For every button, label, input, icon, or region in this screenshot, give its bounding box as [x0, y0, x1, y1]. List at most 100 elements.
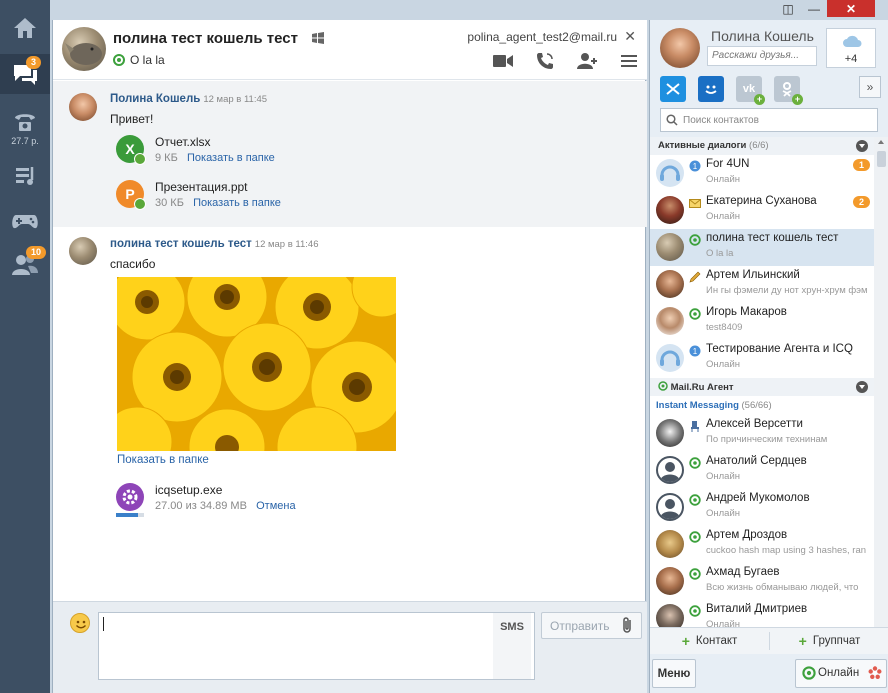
weather-widget[interactable]: +4	[826, 28, 876, 68]
contact-name: Артем Дроздов	[706, 529, 788, 541]
im-subsection-header[interactable]: Instant Messaging (56/66)	[650, 397, 874, 415]
vk-service[interactable]: vk +	[736, 76, 765, 105]
close-chat-button[interactable]: ✕	[624, 28, 636, 45]
scroll-thumb[interactable]	[877, 151, 886, 167]
mailru-agent-service[interactable]	[660, 76, 686, 102]
contact-avatar[interactable]	[62, 27, 106, 71]
cloud-icon	[843, 35, 862, 47]
nav-games[interactable]	[0, 202, 50, 238]
emoji-button[interactable]	[70, 613, 90, 633]
more-services-button[interactable]: »	[859, 76, 881, 98]
collapse-icon[interactable]	[856, 381, 868, 393]
file-meta: 30 КБ Показать в папке	[155, 197, 281, 209]
contact-avatar	[656, 270, 684, 298]
nav-home[interactable]	[0, 10, 50, 46]
phone-icon	[15, 113, 35, 131]
author-avatar[interactable]	[69, 237, 97, 265]
file-name[interactable]: icqsetup.exe	[155, 483, 222, 497]
scroll-up-icon[interactable]	[878, 140, 884, 144]
contact-search[interactable]	[660, 108, 878, 132]
online-status-icon	[802, 666, 816, 680]
my-avatar[interactable]	[660, 28, 700, 68]
image-attachment[interactable]	[117, 277, 396, 451]
contact-status: cuckoo hash map using 3 hashes, ran	[706, 545, 867, 556]
search-input[interactable]	[683, 112, 873, 128]
add-bar: + Контакт + Группчат	[650, 627, 888, 654]
contact-row[interactable]: 1 For 4UN Онлайн 1	[650, 155, 874, 192]
contact-status: Онлайн	[706, 471, 741, 482]
send-button[interactable]: Отправить	[541, 612, 642, 639]
contact-status: Всю жизнь обманываю людей, что	[706, 582, 859, 593]
icq-icon: 1	[689, 345, 701, 357]
download-progress-text: 27.00 из 34.89 МВ	[155, 500, 247, 512]
add-participant-button[interactable]	[577, 51, 597, 71]
restore-button[interactable]: ◫	[775, 0, 801, 17]
show-in-folder-link[interactable]: Показать в папке	[193, 197, 281, 209]
contact-row[interactable]: Игорь Макаров test8409	[650, 303, 874, 340]
contact-status: Онлайн	[706, 619, 741, 627]
video-call-button[interactable]	[493, 51, 513, 71]
at-icon	[689, 494, 701, 506]
add-groupchat-button[interactable]: + Группчат	[770, 628, 888, 654]
nav-chats[interactable]: 3	[0, 54, 50, 94]
smile-service-icon	[705, 85, 717, 94]
main-menu-button[interactable]: Меню	[652, 659, 696, 688]
file-name[interactable]: Отчет.xlsx	[155, 135, 211, 149]
vk-icon: vk	[742, 83, 756, 95]
contact-row[interactable]: Андрей Мукомолов Онлайн	[650, 489, 874, 526]
status-selector[interactable]: Онлайн	[795, 659, 887, 688]
author-avatar[interactable]	[69, 93, 97, 121]
contact-name: Ахмад Бугаев	[706, 566, 780, 578]
contact-row[interactable]: Ахмад Бугаев Всю жизнь обманываю людей, …	[650, 563, 874, 600]
cancel-download-link[interactable]: Отмена	[256, 500, 295, 512]
message-author[interactable]: полина тест кошель тест 12 мар в 11:46	[110, 238, 318, 250]
contact-row[interactable]: Анатолий Сердцев Онлайн	[650, 452, 874, 489]
contact-avatar	[656, 419, 684, 447]
status-message-input[interactable]: Расскажи друзья...	[707, 46, 817, 66]
nav-music[interactable]	[0, 158, 50, 194]
contact-avatar	[656, 493, 684, 521]
collapse-icon[interactable]	[856, 140, 868, 152]
myworld-service[interactable]	[698, 76, 724, 102]
contact-row[interactable]: Артем Дроздов cuckoo hash map using 3 ha…	[650, 526, 874, 563]
message-input[interactable]: SMS	[98, 612, 535, 680]
contact-status: Онлайн	[706, 211, 741, 222]
close-window-button[interactable]: ✕	[827, 0, 875, 17]
show-in-folder-link[interactable]: Показать в папке	[187, 152, 275, 164]
section-title: Активные диалоги	[658, 140, 747, 151]
chats-badge: 3	[26, 56, 42, 69]
contact-status: Ин гы фэмели ду нот хрун-хрум фэм	[706, 285, 868, 296]
active-dialogs-header[interactable]: Активные диалоги (6/6)	[650, 137, 874, 155]
contact-row[interactable]: Артем Ильинский Ин гы фэмели ду нот хрун…	[650, 266, 874, 303]
contact-name: Виталий Дмитриев	[706, 603, 808, 615]
contact-list-scrollbar[interactable]	[874, 137, 888, 627]
chat-menu-button[interactable]	[619, 51, 639, 71]
file-size: 9 КБ	[155, 152, 178, 164]
video-camera-icon	[493, 55, 513, 67]
contact-row[interactable]: Екатерина Суханова Онлайн 2	[650, 192, 874, 229]
gear-icon	[122, 489, 138, 505]
contact-row-selected[interactable]: полина тест кошель тест O la la	[650, 229, 874, 266]
text-caret	[103, 617, 104, 631]
add-contact-button[interactable]: + Контакт	[650, 628, 769, 654]
contact-row[interactable]: Виталий Дмитриев Онлайн	[650, 600, 874, 627]
add-groupchat-label: Группчат	[812, 635, 861, 647]
contact-row[interactable]: Алексей Версетти По причинческим технина…	[650, 415, 874, 452]
default-avatar-icon	[660, 499, 680, 519]
sms-toggle[interactable]: SMS	[493, 613, 531, 679]
minimize-button[interactable]: —	[801, 0, 827, 17]
show-in-folder-link[interactable]: Показать в папке	[117, 454, 209, 466]
contact-row[interactable]: 1 Тестирование Агента и ICQ Онлайн	[650, 340, 874, 377]
file-name[interactable]: Презентация.ppt	[155, 180, 248, 194]
ok-service[interactable]: +	[774, 76, 803, 105]
nav-contacts[interactable]: 10	[0, 246, 50, 282]
chat-pane: полина тест кошель тест O la la polina_a…	[52, 20, 647, 693]
contact-name: Алексей Версетти	[706, 418, 803, 430]
nav-phone[interactable]: 27.7 р.	[0, 102, 50, 152]
paperclip-icon[interactable]	[619, 616, 637, 634]
voice-call-button[interactable]	[535, 51, 555, 71]
contact-name: Анатолий Сердцев	[706, 455, 807, 467]
message-author[interactable]: Полина Кошель 12 мар в 11:45	[110, 93, 267, 105]
contact-avatar	[656, 233, 684, 261]
agent-section-header[interactable]: Mail.Ru Агент	[650, 378, 874, 396]
